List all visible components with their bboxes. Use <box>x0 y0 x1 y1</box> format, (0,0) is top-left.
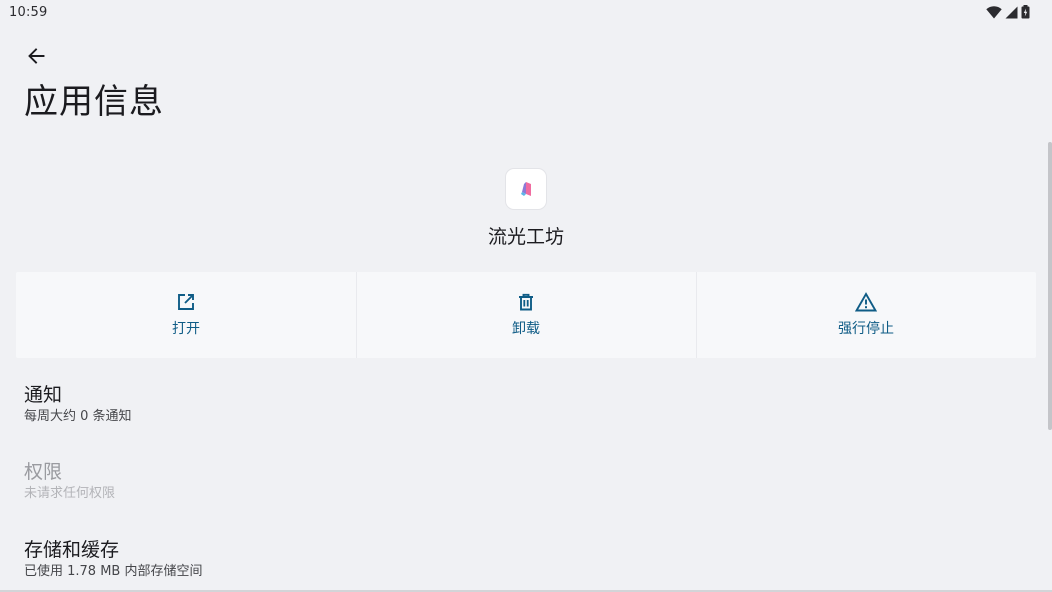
storage-cache-title: 存储和缓存 <box>24 539 120 561</box>
notifications-summary: 每周大约 0 条通知 <box>24 409 132 424</box>
page-title: 应用信息 <box>24 82 164 122</box>
open-button[interactable]: 打开 <box>16 272 356 358</box>
cell-signal-icon <box>1005 6 1018 18</box>
warning-icon <box>855 292 877 312</box>
storage-cache-summary: 已使用 1.78 MB 内部存储空间 <box>24 564 203 579</box>
uninstall-button[interactable]: 卸载 <box>356 272 696 358</box>
app-logo-icon <box>506 169 546 209</box>
permissions-setting: 权限 未请求任何权限 <box>0 460 1040 503</box>
trash-icon <box>519 293 533 311</box>
wifi-icon <box>986 5 1002 18</box>
battery-icon <box>1021 5 1030 19</box>
force-stop-button-label: 强行停止 <box>838 321 894 337</box>
permissions-title: 权限 <box>24 461 63 483</box>
arrow-back-icon <box>28 48 45 64</box>
notifications-title: 通知 <box>24 384 63 406</box>
force-stop-button[interactable]: 强行停止 <box>696 272 1036 358</box>
status-bar: 10:59 <box>0 0 1052 24</box>
back-button[interactable] <box>20 40 52 72</box>
notifications-setting[interactable]: 通知 每周大约 0 条通知 <box>0 383 1040 426</box>
status-time: 10:59 <box>9 4 48 20</box>
uninstall-button-label: 卸载 <box>512 321 540 337</box>
open-external-icon <box>178 294 194 310</box>
app-action-bar: 打开 卸载 强行停止 <box>16 272 1036 358</box>
scrollbar[interactable] <box>1048 142 1052 430</box>
app-name: 流光工坊 <box>487 226 564 248</box>
permissions-summary: 未请求任何权限 <box>24 486 116 501</box>
status-icons <box>986 5 1030 19</box>
open-button-label: 打开 <box>172 321 200 337</box>
storage-cache-setting[interactable]: 存储和缓存 已使用 1.78 MB 内部存储空间 <box>0 538 1040 581</box>
